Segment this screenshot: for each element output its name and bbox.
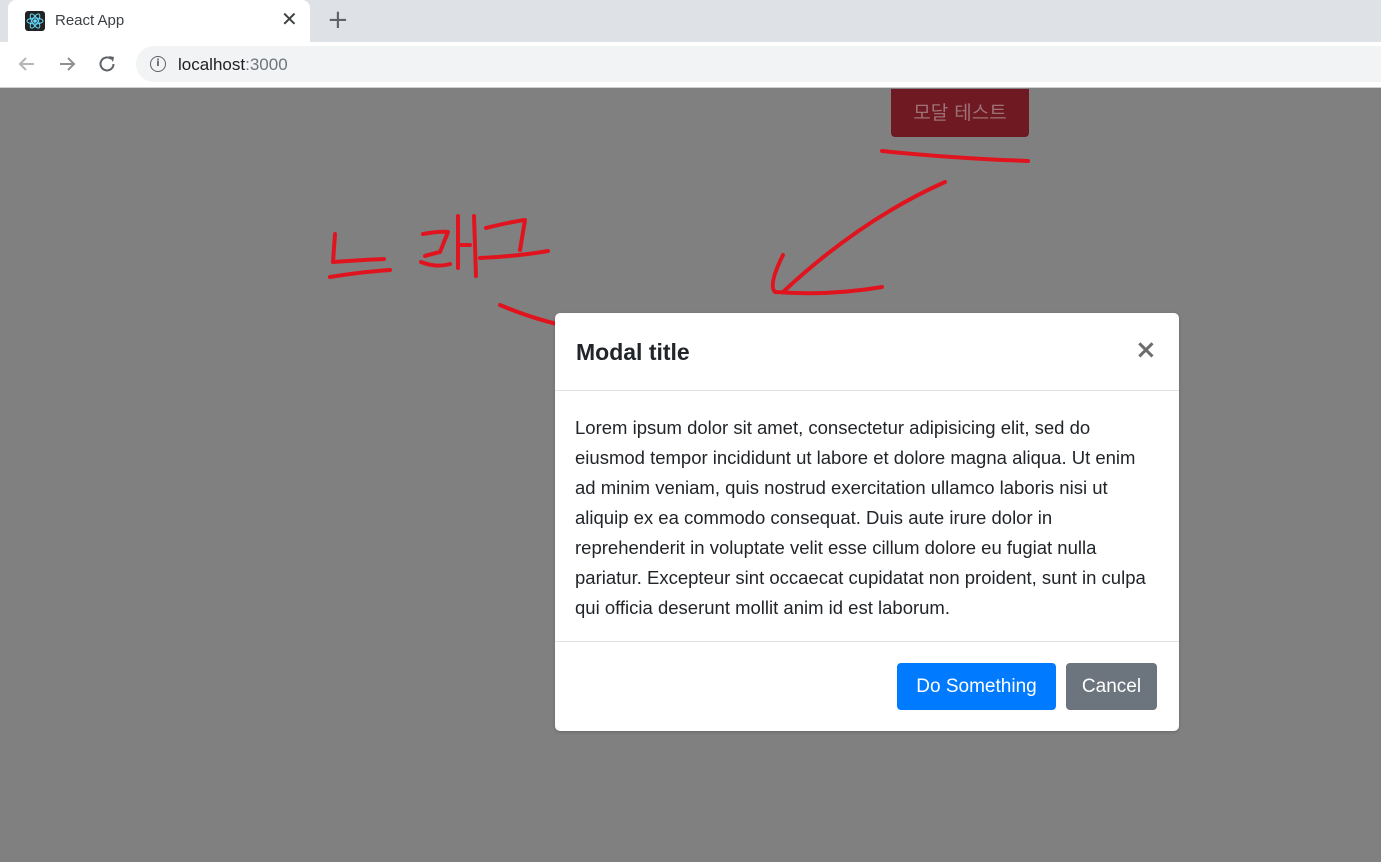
reload-icon[interactable] <box>94 51 120 77</box>
modal-footer: Do Something Cancel <box>555 642 1179 731</box>
modal-body: Lorem ipsum dolor sit amet, consectetur … <box>555 391 1179 642</box>
address-bar[interactable]: i localhost:3000 <box>136 46 1381 82</box>
browser-tab[interactable]: React App ✕ <box>8 0 310 42</box>
cancel-button[interactable]: Cancel <box>1066 663 1157 710</box>
info-icon[interactable]: i <box>150 56 166 72</box>
arrow-right-icon[interactable] <box>54 51 80 77</box>
url-host: localhost <box>178 55 246 74</box>
do-something-button[interactable]: Do Something <box>897 663 1056 710</box>
tab-strip: React App ✕ + <box>0 0 1381 42</box>
modal-body-text: Lorem ipsum dolor sit amet, consectetur … <box>575 417 1146 618</box>
close-icon[interactable]: × <box>1135 335 1157 365</box>
react-icon <box>25 11 45 31</box>
tab-title: React App <box>55 12 125 29</box>
new-tab-button[interactable]: + <box>327 7 349 33</box>
modal-dialog[interactable]: Modal title × Lorem ipsum dolor sit amet… <box>555 313 1179 731</box>
url-port: :3000 <box>245 55 288 74</box>
modal-title: Modal title <box>576 339 690 365</box>
tab-close-icon[interactable]: ✕ <box>281 9 298 31</box>
url-text: localhost:3000 <box>178 55 288 75</box>
arrow-left-icon[interactable] <box>14 51 40 77</box>
modal-header[interactable]: Modal title × <box>555 313 1179 391</box>
modal-test-button[interactable]: 모달 테스트 <box>891 89 1029 137</box>
browser-toolbar: i localhost:3000 <box>0 42 1381 88</box>
